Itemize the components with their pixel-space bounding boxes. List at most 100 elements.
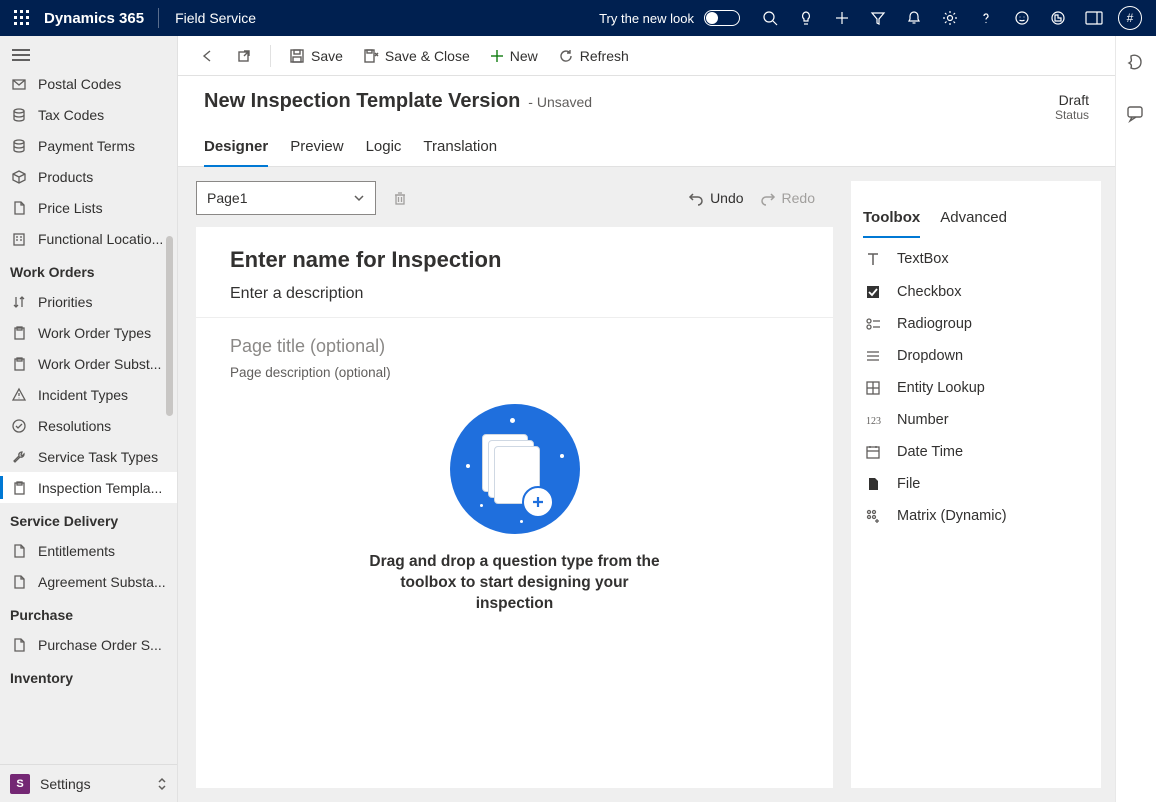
svg-text:123: 123 xyxy=(866,416,881,427)
form-tabs: Designer Preview Logic Translation xyxy=(178,122,1115,167)
dropdown-icon xyxy=(863,348,883,364)
save-close-button[interactable]: Save & Close xyxy=(355,44,478,68)
sidebar-item-label: Payment Terms xyxy=(38,138,135,154)
doc-icon xyxy=(10,543,28,559)
hamburger-icon[interactable] xyxy=(0,36,177,68)
app-name-label[interactable]: Field Service xyxy=(159,10,272,26)
command-bar: Save Save & Close New Refresh xyxy=(178,36,1115,76)
sidebar-item[interactable]: Priorities xyxy=(0,286,177,317)
redo-button[interactable]: Redo xyxy=(760,190,815,206)
right-panel-tab-advanced[interactable]: Advanced xyxy=(940,209,1007,238)
toolbox-item-label: Entity Lookup xyxy=(897,380,985,396)
sidebar-item[interactable]: Work Order Types xyxy=(0,317,177,348)
toolbox-item-label: Matrix (Dynamic) xyxy=(897,508,1007,524)
sidebar-item[interactable]: Functional Locatio... xyxy=(0,223,177,254)
inspection-desc-input[interactable]: Enter a description xyxy=(230,285,799,303)
sidebar-item[interactable]: Resolutions xyxy=(0,410,177,441)
tab-translation[interactable]: Translation xyxy=(423,138,497,166)
sidebar-scrollbar[interactable] xyxy=(166,236,173,416)
sidebar-item[interactable]: Work Order Subst... xyxy=(0,348,177,379)
clipboard-icon xyxy=(10,356,28,372)
tab-preview[interactable]: Preview xyxy=(290,138,343,166)
toolbox-item-entity-lookup[interactable]: Entity Lookup xyxy=(851,372,1101,404)
help-icon[interactable] xyxy=(968,0,1004,36)
toolbox-item-matrix-dynamic-[interactable]: Matrix (Dynamic) xyxy=(851,500,1101,532)
sort-icon xyxy=(10,294,28,310)
toolbox-item-number[interactable]: 123 Number xyxy=(851,404,1101,436)
sidebar-item[interactable]: Payment Terms xyxy=(0,130,177,161)
sidebar-item[interactable]: Incident Types xyxy=(0,379,177,410)
avatar[interactable]: # xyxy=(1112,0,1148,36)
redo-label: Redo xyxy=(782,190,815,206)
undo-button[interactable]: Undo xyxy=(688,190,743,206)
lightbulb-icon[interactable] xyxy=(788,0,824,36)
page-desc-input[interactable]: Page description (optional) xyxy=(230,365,391,380)
sidebar-item-label: Products xyxy=(38,169,93,185)
clipboard-icon xyxy=(10,325,28,341)
filter-icon[interactable] xyxy=(860,0,896,36)
back-button[interactable] xyxy=(192,44,224,68)
sidebar-item-label: Functional Locatio... xyxy=(38,231,163,247)
sidebar-item-label: Price Lists xyxy=(38,200,103,216)
toolbox-item-textbox[interactable]: TextBox xyxy=(851,242,1101,276)
text-icon xyxy=(863,250,883,268)
gear-icon[interactable] xyxy=(932,0,968,36)
copilot-icon[interactable] xyxy=(1122,48,1150,76)
sidebar-item[interactable]: Tax Codes xyxy=(0,99,177,130)
sidebar-item[interactable]: Entitlements xyxy=(0,535,177,566)
app-launcher-icon[interactable] xyxy=(8,10,36,26)
toolbox-item-dropdown[interactable]: Dropdown xyxy=(851,340,1101,372)
sidebar-item-label: Inspection Templa... xyxy=(38,480,162,496)
area-badge: S xyxy=(10,774,30,794)
sidebar-group-header: Work Orders xyxy=(0,254,177,286)
clipboard-icon xyxy=(10,480,28,496)
sidebar-item-label: Tax Codes xyxy=(38,107,104,123)
sidebar-item[interactable]: Price Lists xyxy=(0,192,177,223)
search-icon[interactable] xyxy=(752,0,788,36)
toolbox-item-label: Checkbox xyxy=(897,284,961,300)
checkbox-icon xyxy=(863,284,883,300)
delete-page-button[interactable] xyxy=(388,186,412,210)
try-new-look-toggle[interactable] xyxy=(704,10,740,26)
page-selector[interactable]: Page1 xyxy=(196,181,376,215)
toolbox-item-file[interactable]: File xyxy=(851,468,1101,500)
sidebar-item[interactable]: Inspection Templa... xyxy=(0,472,177,503)
chat-icon[interactable] xyxy=(1122,100,1150,128)
right-panel: Toolbox Advanced TextBox Checkbox Radiogr… xyxy=(851,181,1101,788)
file-icon xyxy=(863,476,883,492)
toolbox-item-date-time[interactable]: Date Time xyxy=(851,436,1101,468)
page-selector-value: Page1 xyxy=(207,190,247,206)
toolbox-item-checkbox[interactable]: Checkbox xyxy=(851,276,1101,308)
doc-icon xyxy=(10,637,28,653)
new-button[interactable]: New xyxy=(482,44,546,68)
bell-icon[interactable] xyxy=(896,0,932,36)
sidebar-item[interactable]: Service Task Types xyxy=(0,441,177,472)
area-switcher[interactable]: S Settings xyxy=(0,764,177,802)
tab-designer[interactable]: Designer xyxy=(204,138,268,167)
inspection-name-input[interactable]: Enter name for Inspection xyxy=(230,247,799,273)
sidebar-item[interactable]: Agreement Substa... xyxy=(0,566,177,597)
refresh-button[interactable]: Refresh xyxy=(550,44,637,68)
toolbox-item-label: TextBox xyxy=(897,251,949,267)
sidebar-item-label: Priorities xyxy=(38,294,92,310)
apps-icon[interactable] xyxy=(1040,0,1076,36)
new-label: New xyxy=(510,48,538,64)
toolbox-item-radiogroup[interactable]: Radiogroup xyxy=(851,308,1101,340)
empty-state-illustration xyxy=(450,404,580,534)
add-icon[interactable] xyxy=(824,0,860,36)
smiley-icon[interactable] xyxy=(1004,0,1040,36)
warning-icon xyxy=(10,387,28,403)
page-subtitle: - Unsaved xyxy=(528,94,592,110)
popout-button[interactable] xyxy=(228,44,260,68)
right-panel-tab-toolbox[interactable]: Toolbox xyxy=(863,209,920,238)
page-title-input[interactable]: Page title (optional) xyxy=(230,336,385,357)
tab-logic[interactable]: Logic xyxy=(366,138,402,166)
sidebar-item-label: Service Task Types xyxy=(38,449,158,465)
panel-icon[interactable] xyxy=(1076,0,1112,36)
sidebar-item[interactable]: Products xyxy=(0,161,177,192)
sidebar-item[interactable]: Purchase Order S... xyxy=(0,629,177,660)
stack-icon xyxy=(10,107,28,123)
brand-label[interactable]: Dynamics 365 xyxy=(36,10,158,27)
save-button[interactable]: Save xyxy=(281,44,351,68)
sidebar-item[interactable]: Postal Codes xyxy=(0,68,177,99)
